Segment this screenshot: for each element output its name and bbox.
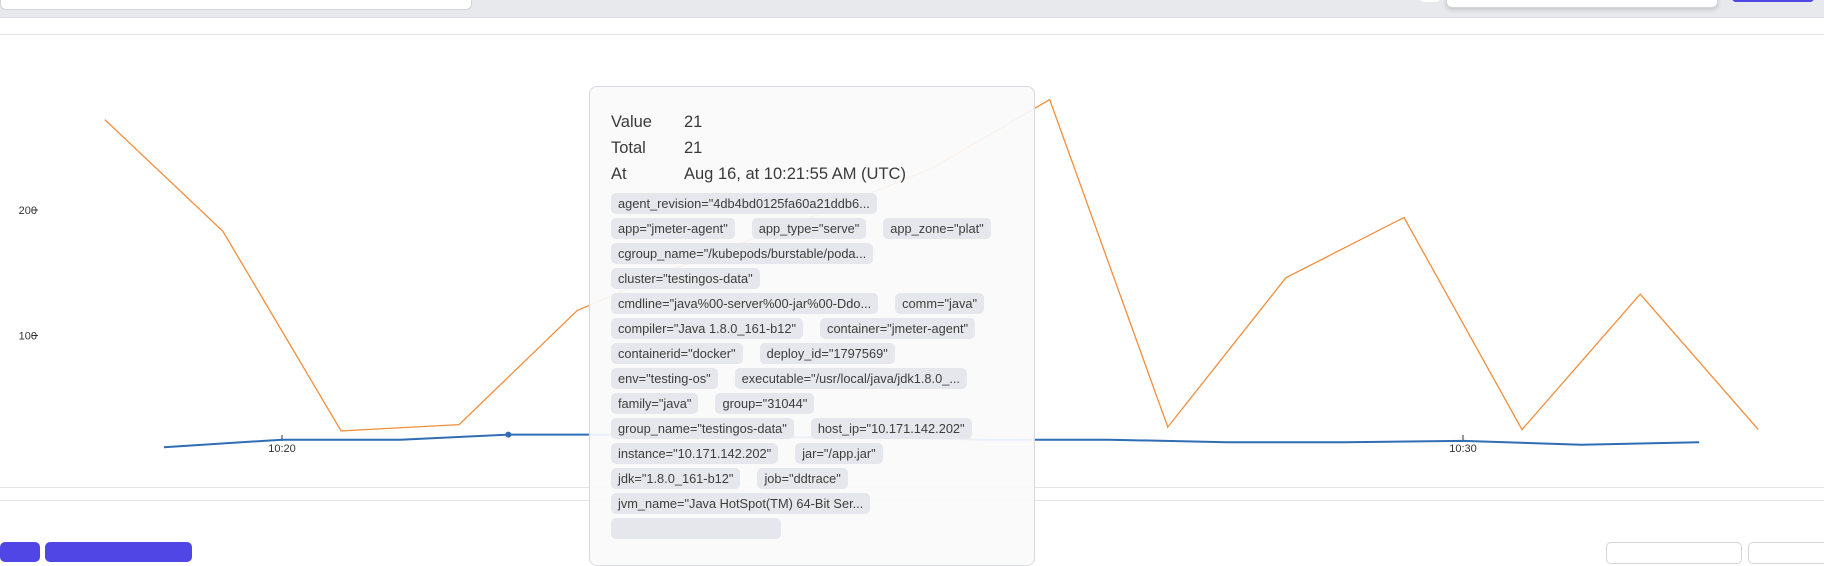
tooltip-total-row: Total 21 bbox=[611, 135, 1014, 161]
y-tick-label: 100 bbox=[19, 331, 37, 343]
tooltip-label-chip: app="jmeter-agent" bbox=[611, 218, 735, 239]
tooltip-label-chip: host_ip="10.171.142.202" bbox=[811, 418, 972, 439]
tooltip-label-chip: cmdline="java%00-server%00-jar%00-Ddo... bbox=[611, 293, 878, 314]
tooltip-timestamp: Aug 16, at 10:21:55 AM (UTC) bbox=[684, 161, 906, 187]
x-tick-label: 10:20 bbox=[268, 443, 296, 455]
tooltip-total-label: Total bbox=[611, 135, 684, 161]
tooltip-label-chip: jvm_name="Java HotSpot(TM) 64-Bit Ser... bbox=[611, 493, 870, 514]
bottom-left-button[interactable] bbox=[0, 542, 40, 562]
tooltip-label-chip: compiler="Java 1.8.0_161-b12" bbox=[611, 318, 803, 339]
tooltip-label-chip: container="jmeter-agent" bbox=[820, 318, 975, 339]
tooltip-label-chip: jar="/app.jar" bbox=[795, 443, 882, 464]
tooltip-label-chip bbox=[611, 518, 781, 539]
tooltip-label-chip: group="31044" bbox=[715, 393, 814, 414]
tooltip-label-chip: containerid="docker" bbox=[611, 343, 743, 364]
bottom-primary-button[interactable] bbox=[45, 542, 192, 562]
series-2-point bbox=[505, 432, 511, 438]
tooltip-label-chip: deploy_id="1797569" bbox=[760, 343, 895, 364]
bottom-right-button[interactable] bbox=[1606, 542, 1742, 564]
tooltip-label-chip: cgroup_name="/kubepods/burstable/poda... bbox=[611, 243, 873, 264]
tooltip-value-row: Value 21 bbox=[611, 109, 1014, 135]
bottom-far-right-button[interactable] bbox=[1748, 542, 1824, 564]
tooltip-value: 21 bbox=[684, 109, 702, 135]
tooltip-label-chip: jdk="1.8.0_161-b12" bbox=[611, 468, 740, 489]
x-tick-label: 10:30 bbox=[1449, 443, 1477, 455]
tooltip-total: 21 bbox=[684, 135, 702, 161]
tooltip-label-chip: agent_revision="4db4bd0125fa60a21ddb6... bbox=[611, 193, 877, 214]
tooltip-label-chip: app_type="serve" bbox=[752, 218, 867, 239]
tooltip-label-chip: group_name="testingos-data" bbox=[611, 418, 794, 439]
tooltip-label-chip: instance="10.171.142.202" bbox=[611, 443, 778, 464]
tooltip-label-chip: family="java" bbox=[611, 393, 698, 414]
tooltip-label-chip: app_zone="plat" bbox=[883, 218, 990, 239]
tooltip-label-chip: env="testing-os" bbox=[611, 368, 718, 389]
y-tick-label: 200 bbox=[19, 205, 37, 217]
tooltip-value-label: Value bbox=[611, 109, 684, 135]
chart-tooltip: Value 21 Total 21 At Aug 16, at 10:21:55… bbox=[589, 86, 1035, 566]
tooltip-label-list: agent_revision="4db4bd0125fa60a21ddb6...… bbox=[611, 193, 1011, 543]
tooltip-at-label: At bbox=[611, 161, 684, 187]
tooltip-label-chip: job="ddtrace" bbox=[757, 468, 847, 489]
tooltip-label-chip: executable="/usr/local/java/jdk1.8.0_... bbox=[735, 368, 967, 389]
tooltip-label-chip: comm="java" bbox=[895, 293, 984, 314]
tooltip-at-row: At Aug 16, at 10:21:55 AM (UTC) bbox=[611, 161, 1014, 187]
tooltip-label-chip: cluster="testingos-data" bbox=[611, 268, 760, 289]
